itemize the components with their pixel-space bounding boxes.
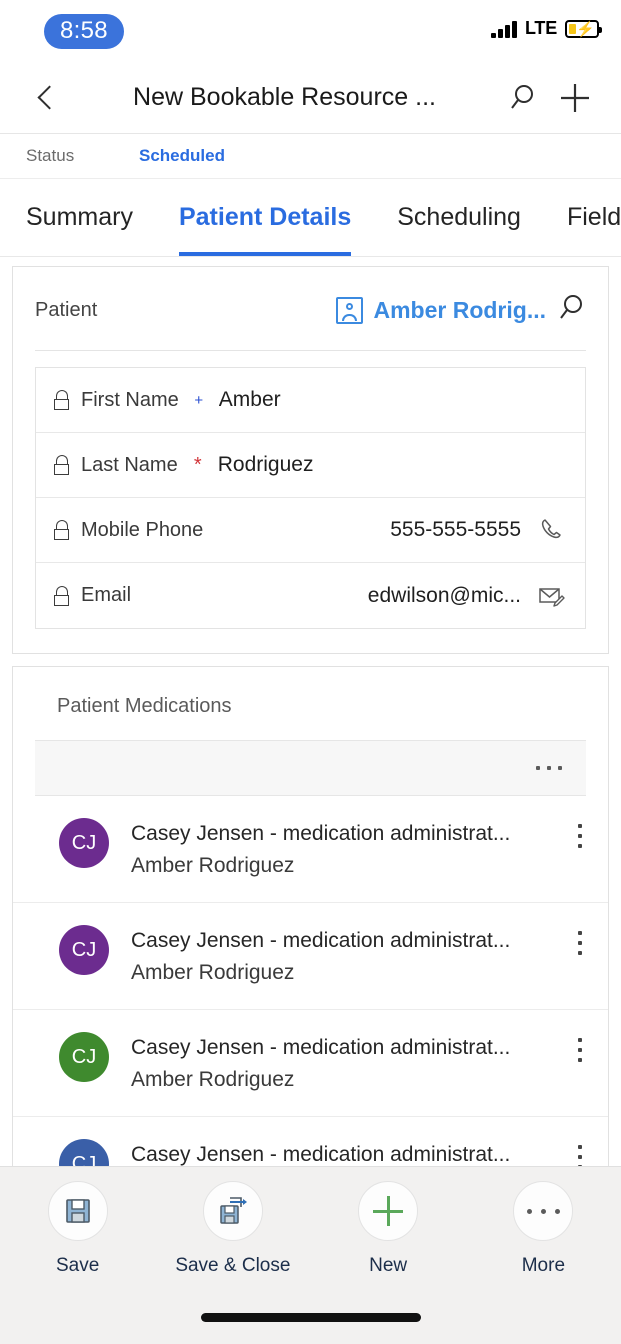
more-vertical-icon[interactable]: [568, 818, 592, 848]
tab-label: Field S: [567, 203, 621, 232]
lock-icon: [54, 390, 69, 410]
more-vertical-icon[interactable]: [568, 1139, 592, 1166]
more-button[interactable]: More: [473, 1181, 613, 1277]
tab-scheduling[interactable]: Scheduling: [397, 179, 545, 256]
home-indicator: [201, 1313, 421, 1322]
list-item-secondary: Amber Rodriguez: [131, 854, 294, 877]
header-add-button[interactable]: [549, 72, 601, 124]
status-label: Status: [26, 146, 139, 166]
save-and-close-icon: [217, 1195, 249, 1227]
list-item-secondary: Amber Rodriguez: [131, 1068, 294, 1091]
field-label: Last Name: [81, 454, 178, 477]
tab-patient-details[interactable]: Patient Details: [179, 179, 351, 256]
form-tabs[interactable]: Summary Patient Details Scheduling Field…: [0, 179, 621, 257]
patient-medications-toolbar[interactable]: [35, 740, 586, 796]
tab-label: Summary: [26, 203, 133, 232]
field-row-first-name[interactable]: First Name + Amber: [36, 368, 585, 433]
more-horizontal-icon: [527, 1209, 560, 1214]
patient-lookup-row[interactable]: Patient Amber Rodrig...: [13, 267, 608, 350]
avatar: CJ: [59, 1032, 109, 1082]
network-type-label: LTE: [525, 18, 557, 39]
search-icon: [508, 83, 538, 113]
list-item[interactable]: CJ Casey Jensen - medication administrat…: [13, 796, 608, 903]
lock-icon: [54, 455, 69, 475]
new-button[interactable]: New: [318, 1181, 458, 1277]
form-scroll-area[interactable]: Patient Amber Rodrig... First Name: [0, 258, 621, 1166]
field-value[interactable]: 555-555-5555: [243, 518, 535, 542]
field-label: Email: [81, 584, 131, 607]
record-status-row: Status Scheduled: [0, 134, 621, 179]
patient-fields-card: First Name + Amber Last Name * Rodriguez…: [35, 367, 586, 629]
back-button[interactable]: [20, 72, 72, 124]
email-icon: [538, 583, 566, 609]
compose-email-button[interactable]: [535, 583, 569, 609]
tab-label: Scheduling: [397, 203, 521, 232]
field-row-email[interactable]: Email edwilson@mic...: [36, 563, 585, 628]
more-vertical-icon[interactable]: [568, 925, 592, 955]
contact-card-icon: [336, 297, 363, 324]
patient-lookup-label: Patient: [35, 299, 97, 322]
patient-card: Patient Amber Rodrig... First Name: [12, 266, 609, 654]
list-item-secondary: Amber Rodriguez: [131, 961, 294, 984]
list-item-primary: Casey Jensen - medication administrat...: [131, 1143, 510, 1166]
header-search-button[interactable]: [497, 72, 549, 124]
list-item-primary: Casey Jensen - medication administrat...: [131, 822, 510, 845]
signal-bars-icon: [491, 20, 517, 38]
patient-lookup-value[interactable]: Amber Rodrig...: [373, 297, 546, 324]
save-and-close-button[interactable]: Save & Close: [163, 1181, 303, 1277]
app-header: New Bookable Resource ...: [0, 62, 621, 134]
plus-icon: [373, 1196, 403, 1226]
tab-summary[interactable]: Summary: [26, 179, 157, 256]
required-marker: +: [179, 392, 219, 409]
status-bar-time: 8:58: [44, 14, 124, 49]
list-item[interactable]: CJ Casey Jensen - medication administrat…: [13, 1010, 608, 1117]
back-chevron-icon: [37, 85, 61, 109]
save-floppy-icon: [63, 1196, 93, 1226]
field-value[interactable]: Amber: [219, 388, 535, 412]
field-label: First Name: [81, 389, 179, 412]
status-bar-indicators: LTE ⚡: [491, 18, 599, 39]
tab-field-service[interactable]: Field S: [567, 179, 621, 256]
lock-icon: [54, 586, 69, 606]
avatar: CJ: [59, 818, 109, 868]
command-label: New: [369, 1255, 407, 1277]
command-label: Save & Close: [175, 1255, 290, 1277]
field-label: Mobile Phone: [81, 519, 203, 542]
plus-icon: [558, 81, 592, 115]
search-icon: [556, 293, 586, 323]
battery-charging-icon: ⚡: [565, 20, 599, 38]
lock-icon: [54, 520, 69, 540]
field-value[interactable]: Rodriguez: [218, 453, 535, 477]
patient-medications-card: Patient Medications CJ Casey Jensen - me…: [12, 666, 609, 1166]
bottom-command-bar: Save Save & Close New: [0, 1166, 621, 1344]
command-label: Save: [56, 1255, 99, 1277]
more-horizontal-icon[interactable]: [536, 766, 562, 770]
field-row-last-name[interactable]: Last Name * Rodriguez: [36, 433, 585, 498]
more-vertical-icon[interactable]: [568, 1032, 592, 1062]
divider: [35, 350, 586, 351]
list-item[interactable]: CJ Casey Jensen - medication administrat…: [13, 1117, 608, 1166]
status-badge[interactable]: Scheduled: [139, 146, 225, 166]
phone-icon: [539, 517, 565, 543]
list-item-primary: Casey Jensen - medication administrat...: [131, 1036, 510, 1059]
page-title: New Bookable Resource ...: [72, 83, 497, 112]
save-button[interactable]: Save: [8, 1181, 148, 1277]
field-value[interactable]: edwilson@mic...: [171, 584, 535, 608]
patient-medications-title: Patient Medications: [13, 667, 608, 740]
call-button[interactable]: [535, 517, 569, 543]
list-item[interactable]: CJ Casey Jensen - medication administrat…: [13, 903, 608, 1010]
list-item-primary: Casey Jensen - medication administrat...: [131, 929, 510, 952]
device-status-bar: 8:58 LTE ⚡: [0, 0, 621, 62]
field-row-mobile-phone[interactable]: Mobile Phone 555-555-5555: [36, 498, 585, 563]
tab-label: Patient Details: [179, 203, 351, 232]
avatar: CJ: [59, 1139, 109, 1166]
required-marker: *: [178, 454, 218, 477]
avatar: CJ: [59, 925, 109, 975]
patient-lookup-search-button[interactable]: [556, 293, 586, 328]
command-label: More: [522, 1255, 565, 1277]
